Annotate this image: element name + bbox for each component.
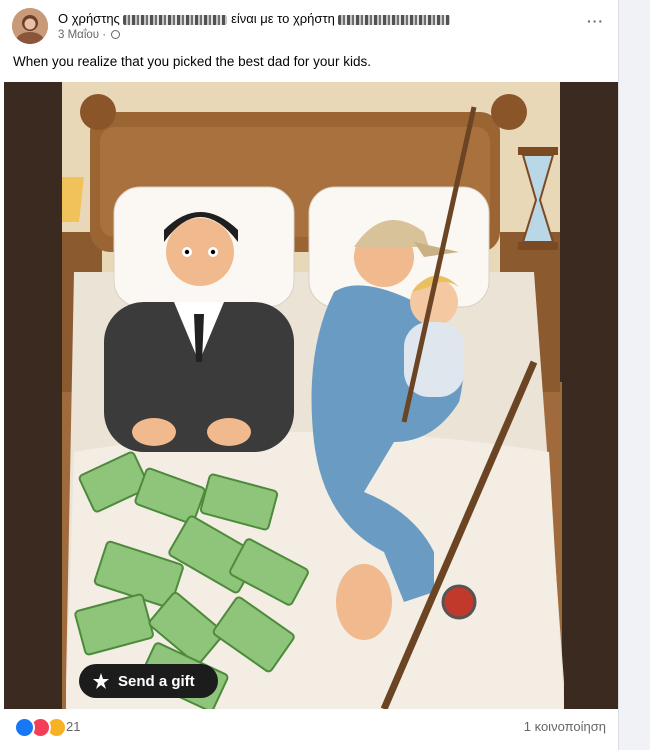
post-caption: When you realize that you picked the bes… (13, 54, 371, 69)
shares-count[interactable]: 1 κοινοποίηση (524, 719, 606, 734)
header-middle: είναι με το χρήστη (231, 11, 335, 26)
post-footer: 21 1 κοινοποίηση (0, 709, 618, 750)
post-header: Ο χρήστης είναι με το χρήστη 3 Μαΐου · ·… (0, 0, 618, 50)
header-prefix: Ο χρήστης (58, 11, 120, 26)
page-scroll-gutter (619, 0, 650, 750)
reactions-summary[interactable] (14, 716, 67, 738)
more-options-button[interactable]: ··· (587, 13, 604, 29)
illustration-bed-scene (4, 82, 618, 709)
post-meta: 3 Μαΐου · (58, 29, 121, 41)
post-date[interactable]: 3 Μαΐου · (58, 29, 106, 41)
gift-star-icon (93, 673, 109, 689)
avatar-image (12, 8, 48, 44)
send-a-gift-button[interactable]: Send a gift (79, 664, 218, 698)
post-author-line: Ο χρήστης είναι με το χρήστη (58, 11, 451, 26)
redacted-tagged-name[interactable] (338, 14, 451, 25)
post-image[interactable] (4, 82, 618, 709)
post-card: Ο χρήστης είναι με το χρήστη 3 Μαΐου · ·… (0, 0, 619, 750)
globe-icon (111, 30, 121, 39)
redacted-author-name[interactable] (123, 14, 228, 25)
like-reaction-icon (14, 716, 35, 738)
send-a-gift-label: Send a gift (118, 672, 195, 690)
reaction-count[interactable]: 21 (66, 719, 80, 734)
author-avatar[interactable] (12, 8, 48, 44)
